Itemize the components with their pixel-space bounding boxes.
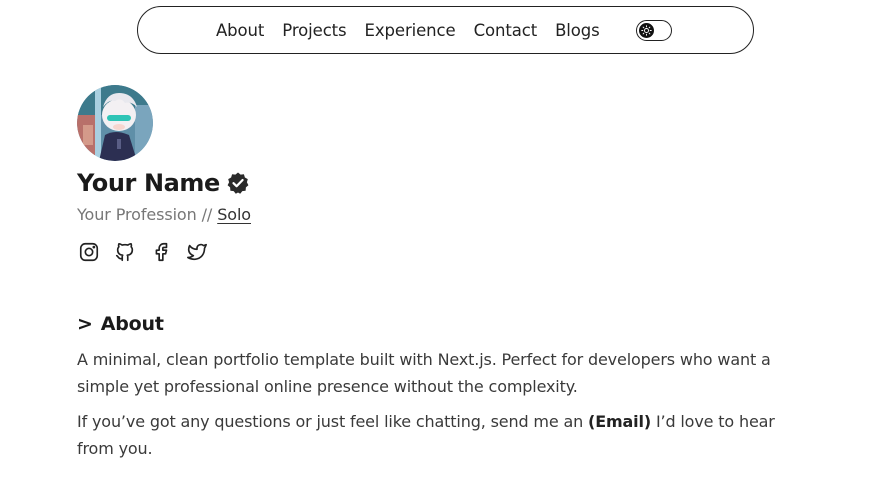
about-title: About <box>100 313 164 335</box>
verified-badge-icon <box>226 171 250 195</box>
sun-icon <box>638 22 654 38</box>
profile-name: Your Name <box>77 169 220 197</box>
about-paragraph-2: If you’ve got any questions or just feel… <box>77 409 807 462</box>
about-paragraph-2-before: If you’ve got any questions or just feel… <box>77 412 584 431</box>
solo-link[interactable]: Solo <box>217 205 251 224</box>
avatar <box>77 85 153 161</box>
facebook-icon[interactable] <box>149 240 173 264</box>
chevron-right-icon: > <box>77 313 93 335</box>
nav-link-about[interactable]: About <box>216 21 264 40</box>
twitter-icon[interactable] <box>185 240 209 264</box>
instagram-icon[interactable] <box>77 240 101 264</box>
email-link[interactable]: (Email) <box>588 412 651 431</box>
about-paragraph-1: A minimal, clean portfolio template buil… <box>77 350 771 396</box>
top-navbar: About Projects Experience Contact Blogs <box>137 6 754 54</box>
profession-text: Your Profession // <box>77 205 213 224</box>
github-icon[interactable] <box>113 240 137 264</box>
social-links <box>77 240 807 264</box>
profession-line: Your Profession // Solo <box>77 205 807 224</box>
nav-link-blogs[interactable]: Blogs <box>555 21 600 40</box>
main-content: Your Name Your Profession // Solo > Abou… <box>77 85 807 462</box>
nav-link-contact[interactable]: Contact <box>474 21 538 40</box>
about-heading: > About <box>77 312 807 336</box>
name-row: Your Name <box>77 168 807 198</box>
nav-link-experience[interactable]: Experience <box>365 21 456 40</box>
theme-toggle[interactable] <box>635 19 672 41</box>
nav-link-projects[interactable]: Projects <box>282 21 346 40</box>
